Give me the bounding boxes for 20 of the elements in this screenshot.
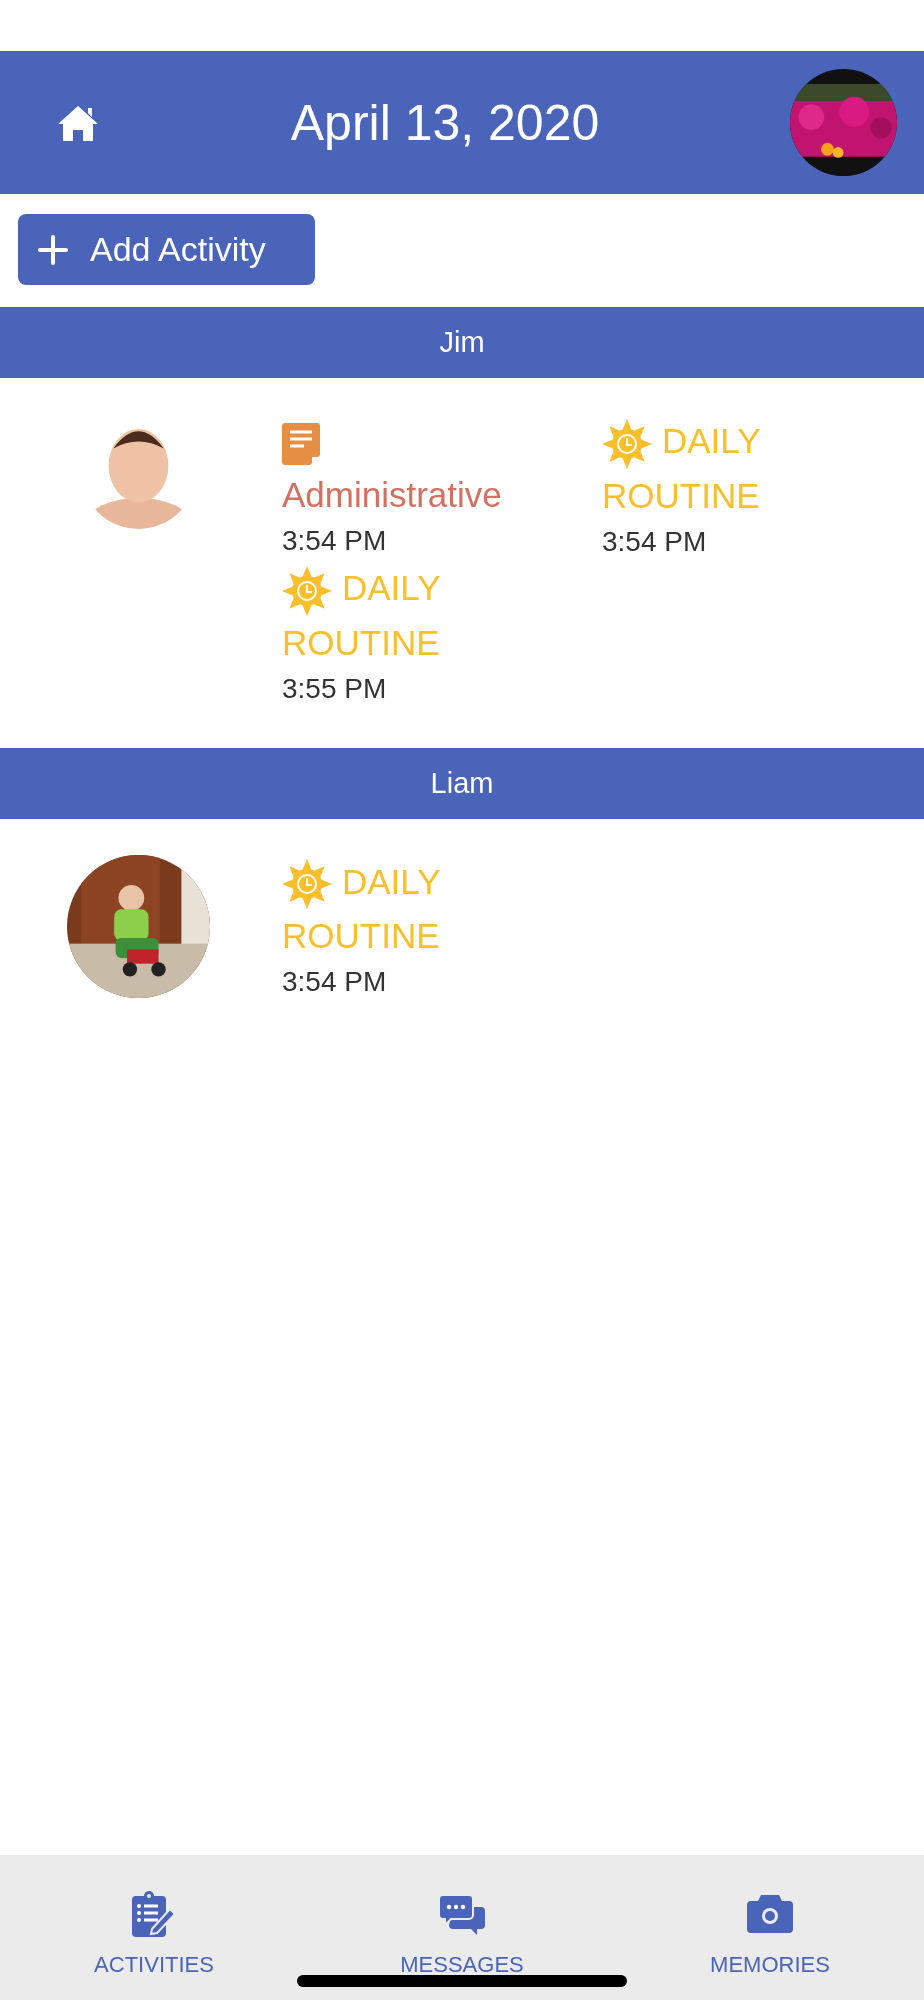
activity-time: 3:55 PM [282, 671, 388, 706]
child-name-bar: Liam [0, 747, 924, 819]
tab-button[interactable]: MEMORIES [616, 1855, 924, 2000]
home-icon[interactable] [56, 103, 100, 142]
activity-time: 3:54 PM [602, 524, 708, 559]
tab-button[interactable]: ACTIVITIES [0, 1855, 308, 2000]
sun-clock-icon [602, 418, 652, 469]
plus-icon [38, 234, 68, 265]
note-icon [282, 422, 320, 465]
sun-clock-icon [282, 859, 332, 910]
date-title: April 13, 2020 [290, 93, 600, 152]
clipboard-icon [132, 1891, 176, 1937]
activity-time: 3:54 PM [282, 524, 388, 558]
activity-time: 3:54 PM [282, 965, 388, 1000]
child-name-bar: Jim [0, 307, 924, 378]
sun-clock-icon [282, 565, 332, 616]
activity-title[interactable]: Administrative [282, 414, 544, 522]
camera-icon [747, 1895, 793, 1933]
chat-bubbles-icon [439, 1893, 485, 1935]
add-activity-button[interactable]: Add Activity [18, 214, 315, 285]
